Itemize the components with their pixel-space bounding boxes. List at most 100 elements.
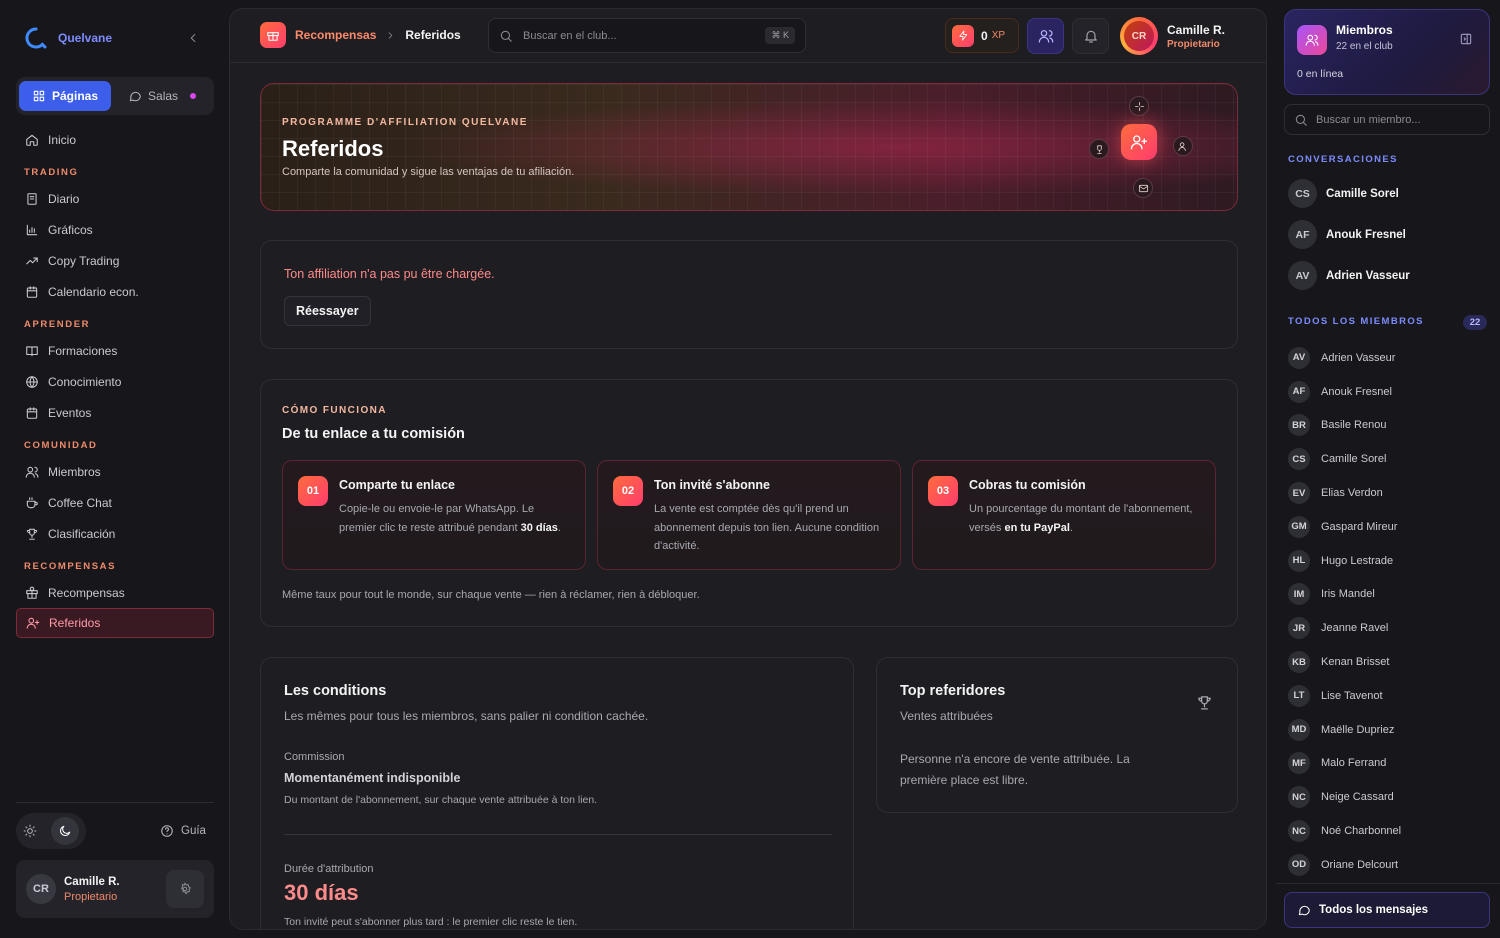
member-item[interactable]: HL Hugo Lestrade xyxy=(1288,544,1488,578)
avatar: IM xyxy=(1288,583,1310,606)
retry-button[interactable]: Réessayer xyxy=(284,296,371,326)
user-menu[interactable]: CR Camille R. Propietario xyxy=(1120,17,1225,55)
top-referrers-card: Top referidores Ventes attribuées Person… xyxy=(876,657,1238,813)
sidebar-item-journal[interactable]: Diario xyxy=(16,183,214,214)
avatar: AF xyxy=(1288,380,1310,403)
step-title: Cobras tu comisión xyxy=(969,478,1086,492)
avatar: KB xyxy=(1288,651,1310,674)
bolt-icon xyxy=(952,24,974,47)
member-item[interactable]: IM Iris Mandel xyxy=(1288,578,1488,612)
member-name: Hugo Lestrade xyxy=(1321,554,1394,567)
duration-value: 30 días xyxy=(284,880,359,905)
dark-mode-option[interactable] xyxy=(51,817,79,845)
members-panel-button[interactable] xyxy=(1027,18,1064,54)
member-item[interactable]: KB Kenan Brisset xyxy=(1288,645,1488,679)
hero-eyebrow: PROGRAMME D'AFFILIATION QUELVANE xyxy=(282,117,528,128)
conversation-item[interactable]: AF Anouk Fresnel xyxy=(1288,220,1406,249)
sidebar-item-leaderboard[interactable]: Clasificación xyxy=(16,518,214,549)
close-panel-button[interactable] xyxy=(1459,32,1473,46)
all-members-title: TODOS LOS MIEMBROS xyxy=(1288,316,1424,327)
tab-rooms[interactable]: Salas xyxy=(115,81,209,111)
main-panel: Recompensas Referidos Buscar en el club.… xyxy=(229,8,1267,930)
sidebar-item-knowledge[interactable]: Conocimiento xyxy=(16,366,214,397)
step-body-end: . xyxy=(557,521,561,534)
calendar-icon xyxy=(26,406,38,419)
step-number: 01 xyxy=(298,476,328,506)
member-name: Noé Charbonnel xyxy=(1321,825,1402,838)
sidebar-item-home[interactable]: Inicio xyxy=(16,124,214,155)
nav-section-title: COMUNIDAD xyxy=(24,440,98,451)
member-item[interactable]: MD Maëlle Dupriez xyxy=(1288,713,1488,747)
member-name: Basile Renou xyxy=(1321,419,1387,432)
avatar: JR xyxy=(1288,617,1310,640)
sidebar-item-events[interactable]: Eventos xyxy=(16,397,214,428)
chat-bubble-icon xyxy=(1298,905,1310,916)
sidebar-item-referrals[interactable]: Referidos xyxy=(16,608,214,638)
left-sidebar: Quelvane Páginas Salas Inicio TRADING Di… xyxy=(0,0,228,938)
member-item[interactable]: BR Basile Renou xyxy=(1288,409,1488,443)
gift-icon xyxy=(26,586,38,599)
moon-icon xyxy=(60,825,71,836)
settings-button[interactable] xyxy=(166,870,204,908)
grid-icon xyxy=(33,90,45,102)
all-messages-label: Todos los mensajes xyxy=(1319,904,1429,916)
user-name: Camille R. xyxy=(1167,22,1226,37)
member-item[interactable]: NC Noé Charbonnel xyxy=(1288,814,1488,848)
sidebar-item-copy-trading[interactable]: Copy Trading xyxy=(16,245,214,276)
member-search-input[interactable]: Buscar un miembro... xyxy=(1284,104,1490,135)
hero-subtitle: Comparte la comunidad y sigue las ventaj… xyxy=(282,166,575,178)
xp-badge[interactable]: 0 XP xyxy=(945,18,1019,53)
member-item[interactable]: EV Elias Verdon xyxy=(1288,476,1488,510)
commission-value: Momentanément indisponible xyxy=(284,771,461,785)
member-name: Neige Cassard xyxy=(1321,791,1394,804)
sidebar-item-economic-calendar[interactable]: Calendario econ. xyxy=(16,276,214,307)
member-item[interactable]: CS Camille Sorel xyxy=(1288,442,1488,476)
sidebar-item-courses[interactable]: Formaciones xyxy=(16,335,214,366)
conversation-item[interactable]: CS Camille Sorel xyxy=(1288,179,1399,208)
member-item[interactable]: MF Malo Ferrand xyxy=(1288,747,1488,781)
member-name: Lise Tavenot xyxy=(1321,689,1383,702)
sidebar-item-label: Coffee Chat xyxy=(48,495,112,510)
collapse-sidebar-button[interactable] xyxy=(186,31,200,45)
sun-icon[interactable] xyxy=(23,824,37,838)
trophy-icon xyxy=(26,528,38,540)
member-item[interactable]: OD Oriane Delcourt xyxy=(1288,848,1488,882)
nav-section-title: RECOMPENSAS xyxy=(24,561,117,572)
all-messages-button[interactable]: Todos los mensajes xyxy=(1284,892,1490,928)
sidebar-segment: Páginas Salas xyxy=(16,77,214,115)
member-item[interactable]: AV Adrien Vasseur xyxy=(1288,341,1488,375)
member-item[interactable]: NC Neige Cassard xyxy=(1288,780,1488,814)
guide-link[interactable]: Guía xyxy=(160,824,206,838)
notifications-button[interactable] xyxy=(1072,18,1109,54)
member-item[interactable]: LT Lise Tavenot xyxy=(1288,679,1488,713)
sidebar-item-charts[interactable]: Gráficos xyxy=(16,214,214,245)
tab-pages[interactable]: Páginas xyxy=(19,81,112,111)
step-card: 03 Cobras tu comisión Un pourcentage du … xyxy=(912,460,1216,570)
breadcrumb-parent[interactable]: Recompensas xyxy=(295,28,376,42)
sidebar-item-rewards[interactable]: Recompensas xyxy=(16,577,214,608)
member-item[interactable]: JR Jeanne Ravel xyxy=(1288,611,1488,645)
coffee-icon xyxy=(26,496,38,508)
brand[interactable]: Quelvane xyxy=(24,26,112,50)
avatar: CR xyxy=(1120,17,1158,55)
step-body-end: . xyxy=(1069,521,1073,534)
member-item[interactable]: AF Anouk Fresnel xyxy=(1288,375,1488,409)
book-icon xyxy=(26,345,38,356)
step-body: La vente est comptée dès qu'il prend un … xyxy=(654,500,882,556)
bell-icon xyxy=(1084,30,1097,43)
conversation-name: Adrien Vasseur xyxy=(1326,269,1410,282)
divider xyxy=(284,834,832,835)
member-item[interactable]: GM Gaspard Mireur xyxy=(1288,510,1488,544)
commission-label: Commission xyxy=(284,751,345,763)
step-number: 03 xyxy=(928,476,958,506)
trend-icon xyxy=(26,257,38,264)
user-card[interactable]: CR Camille R. Propietario xyxy=(16,860,214,918)
conversation-item[interactable]: AV Adrien Vasseur xyxy=(1288,261,1410,290)
search-input[interactable]: Buscar en el club... ⌘ K xyxy=(488,18,806,53)
avatar: AV xyxy=(1288,261,1317,290)
theme-toggle[interactable] xyxy=(16,813,86,849)
sidebar-item-coffee-chat[interactable]: Coffee Chat xyxy=(16,487,214,518)
sidebar-item-members[interactable]: Miembros xyxy=(16,456,214,487)
sidebar-item-label: Formaciones xyxy=(48,343,118,358)
user-plus-icon xyxy=(26,617,40,629)
